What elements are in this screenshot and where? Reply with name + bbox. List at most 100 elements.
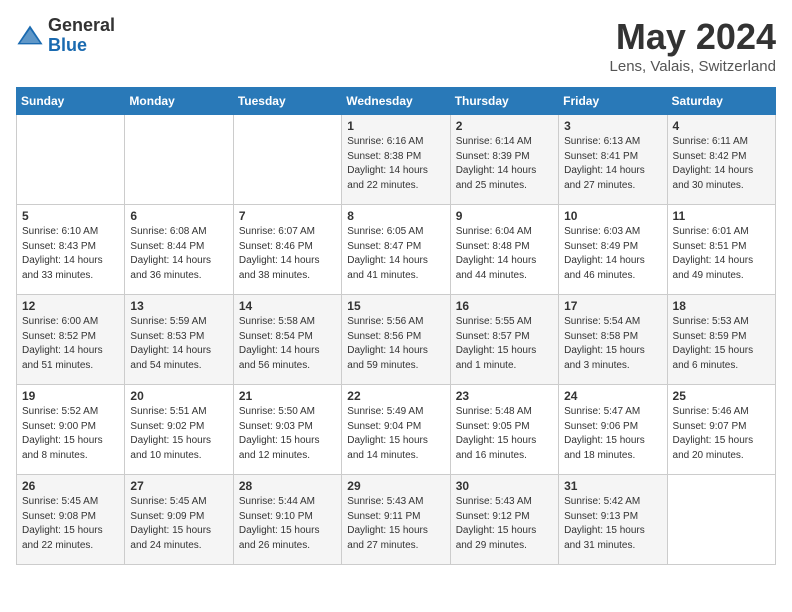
day-cell: 28Sunrise: 5:44 AM Sunset: 9:10 PM Dayli… [233, 475, 341, 565]
day-cell: 21Sunrise: 5:50 AM Sunset: 9:03 PM Dayli… [233, 385, 341, 475]
day-info: Sunrise: 6:01 AM Sunset: 8:51 PM Dayligh… [673, 225, 770, 283]
day-number: 4 [673, 119, 770, 133]
day-info: Sunrise: 5:45 AM Sunset: 9:08 PM Dayligh… [22, 495, 119, 553]
day-number: 15 [347, 299, 444, 313]
day-info: Sunrise: 6:08 AM Sunset: 8:44 PM Dayligh… [130, 225, 227, 283]
day-number: 18 [673, 299, 770, 313]
day-number: 14 [239, 299, 336, 313]
day-number: 25 [673, 389, 770, 403]
calendar-table: SundayMondayTuesdayWednesdayThursdayFrid… [16, 87, 776, 565]
day-info: Sunrise: 5:43 AM Sunset: 9:12 PM Dayligh… [456, 495, 553, 553]
day-cell: 16Sunrise: 5:55 AM Sunset: 8:57 PM Dayli… [450, 295, 558, 385]
day-info: Sunrise: 5:42 AM Sunset: 9:13 PM Dayligh… [564, 495, 661, 553]
location: Lens, Valais, Switzerland [610, 58, 776, 75]
month-title: May 2024 [610, 16, 776, 58]
day-number: 6 [130, 209, 227, 223]
logo-icon [16, 22, 44, 50]
day-cell: 17Sunrise: 5:54 AM Sunset: 8:58 PM Dayli… [559, 295, 667, 385]
header-wednesday: Wednesday [342, 88, 450, 115]
day-cell: 29 Sunrise: 5:43 AM Sunset: 9:11 PM Dayli… [342, 475, 450, 565]
day-info: Sunrise: 6:03 AM Sunset: 8:49 PM Dayligh… [564, 225, 661, 283]
day-info: Sunrise: 5:43 AM Sunset: 9:11 PM Dayligh… [347, 495, 444, 553]
day-info: Sunrise: 5:58 AM Sunset: 8:54 PM Dayligh… [239, 315, 336, 373]
day-cell: 12 Sunrise: 6:00 AM Sunset: 8:52 PM Dayli… [17, 295, 125, 385]
header-monday: Monday [125, 88, 233, 115]
day-cell: 6 Sunrise: 6:08 AM Sunset: 8:44 PM Daylig… [125, 205, 233, 295]
day-cell: 25Sunrise: 5:46 AM Sunset: 9:07 PM Dayli… [667, 385, 775, 475]
day-number: 27 [130, 479, 227, 493]
week-row-3: 12 Sunrise: 6:00 AM Sunset: 8:52 PM Dayli… [17, 295, 776, 385]
day-cell: 5 Sunrise: 6:10 AM Sunset: 8:43 PM Daylig… [17, 205, 125, 295]
day-cell [233, 115, 341, 205]
day-number: 29 [347, 479, 444, 493]
day-cell: 10Sunrise: 6:03 AM Sunset: 8:49 PM Dayli… [559, 205, 667, 295]
day-number: 21 [239, 389, 336, 403]
day-info: Sunrise: 5:49 AM Sunset: 9:04 PM Dayligh… [347, 405, 444, 463]
day-info: Sunrise: 6:05 AM Sunset: 8:47 PM Dayligh… [347, 225, 444, 283]
day-cell: 2Sunrise: 6:14 AM Sunset: 8:39 PM Daylig… [450, 115, 558, 205]
day-number: 11 [673, 209, 770, 223]
day-info: Sunrise: 5:52 AM Sunset: 9:00 PM Dayligh… [22, 405, 119, 463]
day-cell: 3 Sunrise: 6:13 AM Sunset: 8:41 PM Daylig… [559, 115, 667, 205]
day-info: Sunrise: 6:16 AM Sunset: 8:38 PM Dayligh… [347, 135, 444, 193]
day-info: Sunrise: 5:56 AM Sunset: 8:56 PM Dayligh… [347, 315, 444, 373]
day-info: Sunrise: 5:47 AM Sunset: 9:06 PM Dayligh… [564, 405, 661, 463]
day-cell: 13Sunrise: 5:59 AM Sunset: 8:53 PM Dayli… [125, 295, 233, 385]
logo: General Blue [16, 16, 115, 56]
day-cell: 31 Sunrise: 5:42 AM Sunset: 9:13 PM Dayli… [559, 475, 667, 565]
day-number: 13 [130, 299, 227, 313]
day-number: 7 [239, 209, 336, 223]
day-number: 12 [22, 299, 119, 313]
day-cell: 8 Sunrise: 6:05 AM Sunset: 8:47 PM Daylig… [342, 205, 450, 295]
day-info: Sunrise: 5:53 AM Sunset: 8:59 PM Dayligh… [673, 315, 770, 373]
day-cell: 11 Sunrise: 6:01 AM Sunset: 8:51 PM Dayli… [667, 205, 775, 295]
day-number: 16 [456, 299, 553, 313]
day-number: 17 [564, 299, 661, 313]
day-number: 20 [130, 389, 227, 403]
day-number: 1 [347, 119, 444, 133]
week-row-4: 19Sunrise: 5:52 AM Sunset: 9:00 PM Dayli… [17, 385, 776, 475]
day-cell: 20 Sunrise: 5:51 AM Sunset: 9:02 PM Dayli… [125, 385, 233, 475]
day-cell: 9 Sunrise: 6:04 AM Sunset: 8:48 PM Daylig… [450, 205, 558, 295]
day-info: Sunrise: 5:45 AM Sunset: 9:09 PM Dayligh… [130, 495, 227, 553]
day-cell: 7 Sunrise: 6:07 AM Sunset: 8:46 PM Daylig… [233, 205, 341, 295]
day-cell: 24 Sunrise: 5:47 AM Sunset: 9:06 PM Dayli… [559, 385, 667, 475]
day-cell: 19Sunrise: 5:52 AM Sunset: 9:00 PM Dayli… [17, 385, 125, 475]
day-info: Sunrise: 6:10 AM Sunset: 8:43 PM Dayligh… [22, 225, 119, 283]
title-block: May 2024 Lens, Valais, Switzerland [610, 16, 776, 75]
day-number: 3 [564, 119, 661, 133]
calendar-header-row: SundayMondayTuesdayWednesdayThursdayFrid… [17, 88, 776, 115]
day-number: 5 [22, 209, 119, 223]
logo-text: General Blue [48, 16, 115, 56]
header-sunday: Sunday [17, 88, 125, 115]
day-cell: 14 Sunrise: 5:58 AM Sunset: 8:54 PM Dayli… [233, 295, 341, 385]
week-row-2: 5 Sunrise: 6:10 AM Sunset: 8:43 PM Daylig… [17, 205, 776, 295]
day-number: 8 [347, 209, 444, 223]
day-info: Sunrise: 6:07 AM Sunset: 8:46 PM Dayligh… [239, 225, 336, 283]
day-cell: 26Sunrise: 5:45 AM Sunset: 9:08 PM Dayli… [17, 475, 125, 565]
day-cell: 30 Sunrise: 5:43 AM Sunset: 9:12 PM Dayli… [450, 475, 558, 565]
day-number: 31 [564, 479, 661, 493]
logo-general: General [48, 16, 115, 36]
day-cell [125, 115, 233, 205]
day-number: 2 [456, 119, 553, 133]
day-number: 23 [456, 389, 553, 403]
day-cell: 4 Sunrise: 6:11 AM Sunset: 8:42 PM Daylig… [667, 115, 775, 205]
day-info: Sunrise: 5:51 AM Sunset: 9:02 PM Dayligh… [130, 405, 227, 463]
day-number: 24 [564, 389, 661, 403]
day-cell [667, 475, 775, 565]
day-cell: 23Sunrise: 5:48 AM Sunset: 9:05 PM Dayli… [450, 385, 558, 475]
day-number: 22 [347, 389, 444, 403]
day-info: Sunrise: 6:00 AM Sunset: 8:52 PM Dayligh… [22, 315, 119, 373]
day-cell: 1 Sunrise: 6:16 AM Sunset: 8:38 PM Daylig… [342, 115, 450, 205]
day-cell: 15 Sunrise: 5:56 AM Sunset: 8:56 PM Dayli… [342, 295, 450, 385]
logo-blue: Blue [48, 36, 115, 56]
day-info: Sunrise: 6:11 AM Sunset: 8:42 PM Dayligh… [673, 135, 770, 193]
day-info: Sunrise: 6:13 AM Sunset: 8:41 PM Dayligh… [564, 135, 661, 193]
day-number: 9 [456, 209, 553, 223]
day-info: Sunrise: 5:44 AM Sunset: 9:10 PM Dayligh… [239, 495, 336, 553]
day-info: Sunrise: 6:04 AM Sunset: 8:48 PM Dayligh… [456, 225, 553, 283]
header-thursday: Thursday [450, 88, 558, 115]
day-number: 30 [456, 479, 553, 493]
week-row-5: 26Sunrise: 5:45 AM Sunset: 9:08 PM Dayli… [17, 475, 776, 565]
